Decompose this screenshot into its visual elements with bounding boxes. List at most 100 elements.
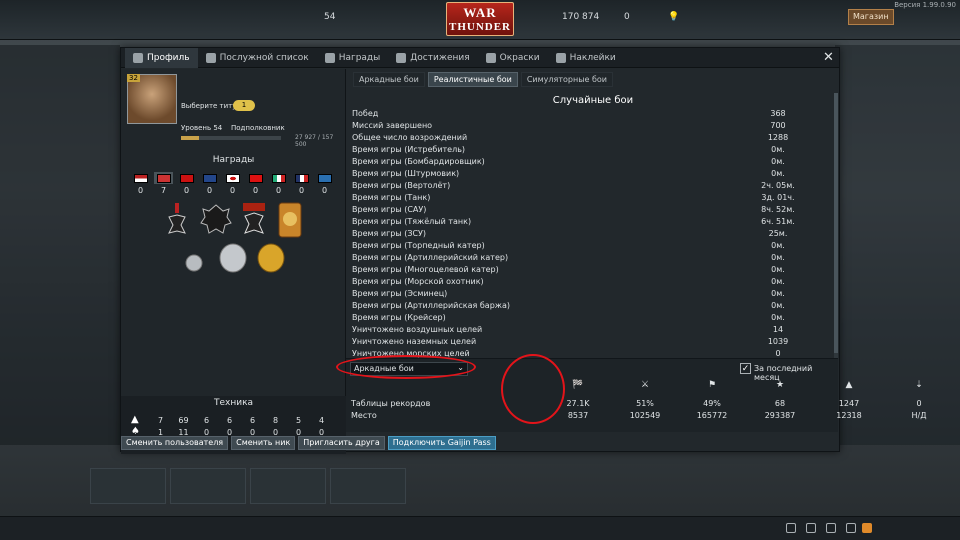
flag-japan-icon[interactable]	[223, 172, 242, 184]
stat-value: 0м.	[771, 277, 785, 286]
stat-label: Время игры (Бомбардировщик)	[352, 157, 485, 166]
change-nick-button[interactable]: Сменить ник	[231, 436, 296, 450]
vehicle-slots	[90, 468, 470, 508]
flag-icon[interactable]: ⚑	[704, 380, 720, 394]
switch-user-button[interactable]: Сменить пользователя	[121, 436, 229, 450]
stat-label: Миссий завершено	[352, 121, 433, 130]
awards-flag-row	[131, 172, 334, 184]
flag-uk-icon[interactable]	[200, 172, 219, 184]
vehicle-slot[interactable]	[250, 468, 326, 504]
awards-header: Награды	[212, 155, 255, 165]
tab-profile[interactable]: Профиль	[125, 47, 198, 68]
tab-skins[interactable]: Окраски	[478, 48, 548, 68]
flag-ussr-icon[interactable]	[177, 172, 196, 184]
stat-value: 6ч. 51м.	[761, 217, 795, 226]
stats-scrollbar[interactable]	[834, 93, 838, 361]
stat-row: Время игры (ЗСУ) 25м.	[352, 228, 814, 240]
stat-row: Время игры (Тяжёлый танк) 6ч. 51м.	[352, 216, 814, 228]
flag-china-icon[interactable]	[246, 172, 265, 184]
tab-arcade[interactable]: Аркадные бои	[353, 72, 425, 87]
stat-value: 0м.	[771, 289, 785, 298]
vehicle-slot[interactable]	[170, 468, 246, 504]
stat-value: 2ч. 05м.	[761, 181, 795, 190]
tab-awards[interactable]: Награды	[317, 48, 389, 68]
crossed-swords-icon[interactable]: ⚔	[637, 380, 653, 394]
golden-eagles-balance: 0	[624, 12, 630, 22]
flag-germany-icon[interactable]	[154, 172, 173, 184]
vehicle-slot[interactable]	[330, 468, 406, 504]
knights-cross-medal-icon[interactable]	[239, 203, 269, 239]
sticker-icon	[555, 52, 566, 63]
scrollbar-thumb[interactable]	[834, 93, 838, 353]
stat-row: Время игры (Вертолёт) 2ч. 05м.	[352, 180, 814, 192]
contacts-icon[interactable]	[826, 523, 836, 533]
stat-value: 0м.	[771, 301, 785, 310]
stat-row: Время игры (Морской охотник) 0м.	[352, 276, 814, 288]
stat-row: Время игры (Танк) 3д. 01ч.	[352, 192, 814, 204]
last-month-checkbox[interactable]: ✓	[740, 363, 751, 374]
profile-actions: Сменить пользователя Сменить ник Приглас…	[121, 436, 496, 452]
stat-row: Время игры (Многоцелевой катер) 0м.	[352, 264, 814, 276]
gaijin-pass-button[interactable]: Подключить Gaijin Pass	[387, 436, 496, 450]
vehicles-row-1: 7 69 6 6 6 8 5 4	[157, 416, 325, 425]
tab-decals[interactable]: Наклейки	[548, 48, 624, 68]
stat-row: Побед 368	[352, 108, 814, 120]
silver-medal-icon[interactable]	[184, 253, 204, 273]
annotation-ellipse-select	[336, 355, 476, 379]
gold-tank-badge-icon[interactable]	[256, 242, 286, 274]
version-label: Версия 1.99.0.90	[894, 1, 956, 9]
gold-badge-medal-icon[interactable]	[277, 201, 303, 239]
war-thunder-logo[interactable]: WAR THUNDER	[446, 2, 514, 36]
friends-icon[interactable]	[806, 523, 816, 533]
close-icon[interactable]: ✕	[822, 51, 835, 64]
stat-label: Время игры (САУ)	[352, 205, 427, 214]
stat-value: 25м.	[768, 229, 788, 238]
stars-icon[interactable]: ★	[772, 380, 788, 394]
stat-row: Время игры (Штурмовик) 0м.	[352, 168, 814, 180]
shop-button[interactable]: Магазин	[848, 9, 894, 25]
flag-italy-icon[interactable]	[269, 172, 288, 184]
iron-cross-medal-icon[interactable]	[165, 203, 189, 239]
choose-title-label[interactable]: Выберите титул	[181, 102, 241, 110]
invite-friend-button[interactable]: Пригласить друга	[298, 436, 385, 450]
flag-usa-icon[interactable]	[131, 172, 150, 184]
profile-icon	[133, 52, 143, 63]
tab-service-record[interactable]: Послужной список	[198, 48, 317, 68]
stat-row: Время игры (Артиллерийский катер) 0м.	[352, 252, 814, 264]
lightbulb-icon[interactable]: 💡	[668, 12, 679, 22]
stat-label: Уничтожено воздушных целей	[352, 325, 483, 334]
tab-realistic[interactable]: Реалистичные бои	[427, 72, 518, 87]
xp-progress-bar	[181, 136, 281, 140]
xp-progress-fill	[181, 136, 199, 140]
naval-kills-icon[interactable]: ⇣	[911, 380, 927, 394]
stat-row: Время игры (Крейсер) 0м.	[352, 312, 814, 324]
researched-arrow-icon: ▲	[131, 414, 139, 425]
place-row: Место 8537 102549 165772 293387 12318 Н/…	[351, 411, 927, 420]
left-side-panel	[0, 45, 120, 445]
stat-label: Уничтожено наземных целей	[352, 337, 477, 346]
stat-row: Уничтожено наземных целей 1039	[352, 336, 814, 348]
ground-kills-icon[interactable]: ▲	[841, 380, 857, 394]
stat-label: Время игры (Крейсер)	[352, 313, 446, 322]
stat-row: Время игры (Торпедный катер) 0м.	[352, 240, 814, 252]
stat-row: Время игры (Артиллерийская баржа) 0м.	[352, 300, 814, 312]
stat-value: 14	[772, 325, 784, 334]
stat-label: Побед	[352, 109, 379, 118]
grand-cross-medal-icon[interactable]	[199, 203, 233, 239]
victories-icon[interactable]: 🏁	[570, 380, 586, 394]
avatar-level-badge: 32	[127, 74, 140, 82]
tab-simulator[interactable]: Симуляторные бои	[520, 72, 613, 87]
stat-label: Время игры (Тяжёлый танк)	[352, 217, 472, 226]
flag-sweden-icon[interactable]	[315, 172, 334, 184]
silver-tank-badge-icon[interactable]	[218, 242, 248, 274]
stat-row: Миссий завершено 700	[352, 120, 814, 132]
squad-plus-icon[interactable]	[786, 523, 796, 533]
flag-france-icon[interactable]	[292, 172, 311, 184]
stat-row: Время игры (Бомбардировщик) 0м.	[352, 156, 814, 168]
tab-achievements[interactable]: Достижения	[388, 48, 477, 68]
vehicle-slot[interactable]	[90, 468, 166, 504]
chat-icon[interactable]	[846, 523, 856, 533]
stat-value: 3д. 01ч.	[761, 193, 795, 202]
stat-label: Общее число возрождений	[352, 133, 468, 142]
mail-icon[interactable]	[862, 523, 872, 533]
